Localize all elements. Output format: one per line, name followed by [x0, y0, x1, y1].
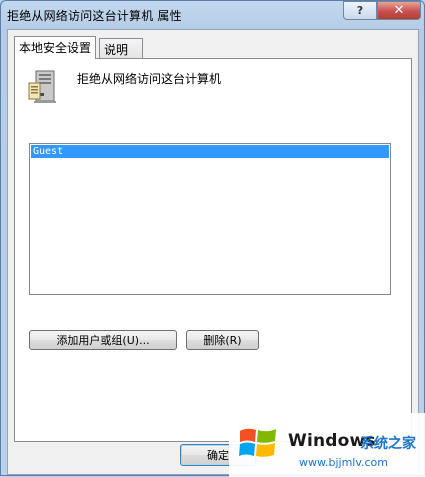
close-button[interactable]: ✕ — [377, 1, 421, 20]
remove-button[interactable]: 删除(R) — [186, 330, 259, 350]
dialog-client-area: 本地安全设置 说明 拒绝从网络访问这台计算机 Guest 添加用户或组(U)..… — [7, 29, 419, 475]
user-group-list[interactable]: Guest — [29, 143, 391, 295]
policy-name: 拒绝从网络访问这台计算机 — [77, 72, 222, 86]
watermark-brand-cn: 系统之家 — [360, 436, 416, 452]
help-icon: ? — [356, 4, 364, 17]
tab-panel: 拒绝从网络访问这台计算机 Guest 添加用户或组(U)... 删除(R) — [14, 58, 412, 442]
add-user-or-group-button[interactable]: 添加用户或组(U)... — [29, 330, 177, 350]
properties-dialog: 拒绝从网络访问这台计算机 属性 ? ✕ 本地安全设置 说明 拒绝从网络访问这台计… — [0, 0, 425, 477]
tab-explain[interactable]: 说明 — [99, 38, 143, 59]
watermark-overlay: Windows 系统之家 www.bjjmlv.com — [229, 413, 425, 477]
computer-tower-icon — [28, 70, 56, 103]
help-button[interactable]: ? — [343, 1, 377, 20]
window-title: 拒绝从网络访问这台计算机 属性 — [7, 9, 182, 23]
list-item[interactable]: Guest — [31, 145, 389, 158]
tab-local-security-setting[interactable]: 本地安全设置 — [14, 36, 97, 59]
watermark-url: www.bjjmlv.com — [299, 456, 388, 469]
windows-logo-icon — [239, 428, 276, 457]
close-icon: ✕ — [393, 3, 405, 18]
